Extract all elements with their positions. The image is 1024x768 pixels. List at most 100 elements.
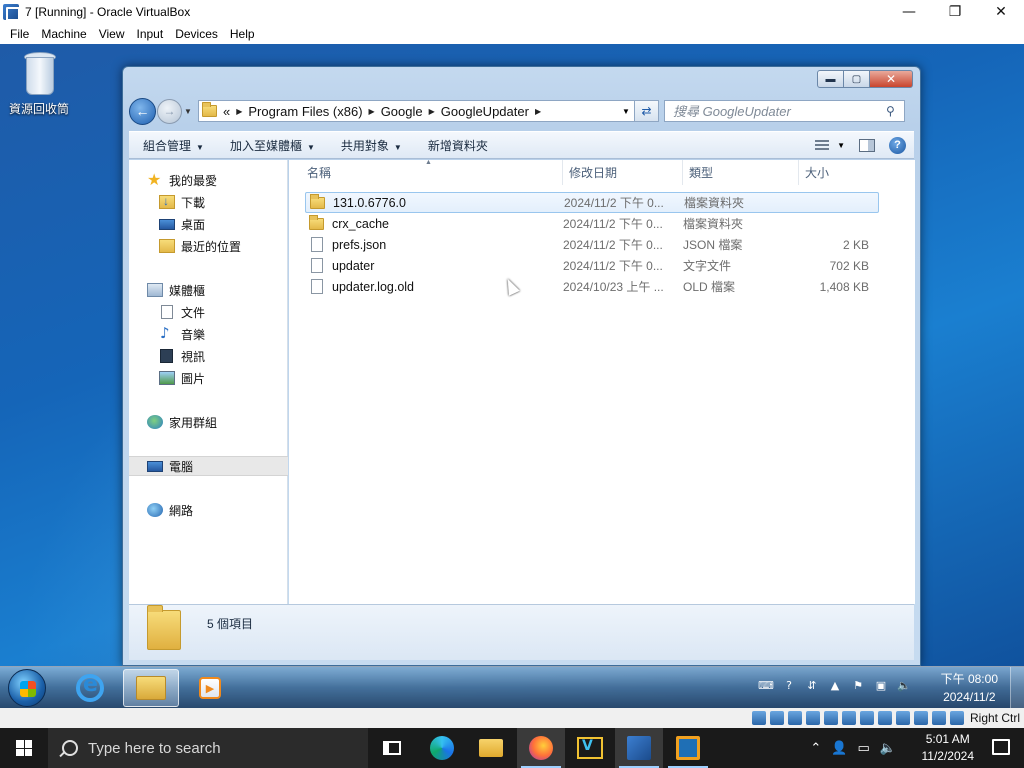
menu-help[interactable]: Help	[224, 27, 261, 41]
taskbar-virtualbox[interactable]	[664, 728, 712, 768]
search-input[interactable]	[673, 103, 886, 119]
new-folder-button[interactable]: 新增資料夾	[428, 137, 488, 154]
column-header-name[interactable]: ▲ 名稱	[289, 159, 563, 185]
start-button[interactable]	[0, 728, 48, 768]
volume-icon[interactable]: 🔈	[880, 741, 896, 756]
refresh-button[interactable]: ⇄	[635, 100, 659, 122]
network-icon[interactable]: ▭	[858, 741, 870, 756]
file-row[interactable]: 131.0.6776.0 2024/11/2 下午 0... 檔案資料夾	[305, 192, 879, 213]
help-icon[interactable]: ?	[889, 136, 906, 154]
breadcrumb-googleupdater[interactable]: GoogleUpdater	[441, 104, 529, 119]
network-icon[interactable]: ▣	[873, 677, 889, 693]
sidebar-item-music[interactable]: 音樂	[129, 324, 288, 344]
vbox-minimize-button[interactable]: —	[886, 0, 932, 23]
taskbar-search-input[interactable]	[88, 739, 348, 757]
sidebar-item-desktop[interactable]: 桌面	[129, 214, 288, 234]
breadcrumb-google[interactable]: Google	[381, 104, 423, 119]
optical-drive-icon[interactable]	[769, 711, 784, 725]
breadcrumb-program-files[interactable]: Program Files (x86)	[248, 104, 362, 119]
breadcrumb-separator-icon[interactable]: ▶	[236, 107, 242, 116]
search-box[interactable]: ⚲	[664, 100, 905, 122]
back-button[interactable]: ←	[129, 97, 156, 125]
taskbar-vm-window[interactable]	[615, 728, 663, 768]
guest-clock[interactable]: 下午 08:00 2024/11/2	[941, 670, 998, 706]
task-view-button[interactable]	[368, 728, 416, 768]
preview-pane-icon[interactable]	[859, 138, 875, 152]
show-desktop-button[interactable]	[1010, 667, 1024, 708]
include-in-library-button[interactable]: 加入至媒體櫃 ▼	[230, 137, 315, 154]
taskbar-firefox[interactable]	[517, 728, 565, 768]
virtualization-icon[interactable]	[895, 711, 910, 725]
hard-disk-icon[interactable]	[751, 711, 766, 725]
usb-icon[interactable]	[823, 711, 838, 725]
column-header-size[interactable]: 大小	[799, 160, 879, 185]
column-header-type[interactable]: 類型	[683, 160, 799, 185]
taskbar-media-player[interactable]: ▶	[182, 669, 238, 707]
taskbar-file-explorer[interactable]	[467, 728, 515, 768]
sidebar-item-videos[interactable]: 視訊	[129, 346, 288, 366]
menu-devices[interactable]: Devices	[169, 27, 224, 41]
keyboard-capture-icon[interactable]	[931, 711, 946, 725]
share-with-button[interactable]: 共用對象 ▼	[341, 137, 402, 154]
organize-button[interactable]: 組合管理 ▼	[143, 137, 204, 154]
user-icon[interactable]: 👤	[831, 741, 847, 756]
host-clock[interactable]: 5:01 AM 11/2/2024	[922, 731, 975, 765]
menu-input[interactable]: Input	[131, 27, 170, 41]
help-icon[interactable]: ?	[781, 677, 797, 693]
sidebar-item-computer[interactable]: 電腦	[129, 456, 288, 476]
change-view-button[interactable]: ▼	[815, 140, 845, 150]
refresh-icon: ⇄	[641, 104, 652, 118]
sidebar-item-network[interactable]: 網路	[129, 500, 288, 520]
language-icon[interactable]: ⇵	[804, 677, 820, 693]
file-row[interactable]: updater 2024/11/2 下午 0... 文字文件 702 KB	[305, 255, 879, 276]
menu-view[interactable]: View	[93, 27, 131, 41]
sidebar-item-pictures[interactable]: 圖片	[129, 368, 288, 388]
address-bar[interactable]: « ▶ Program Files (x86) ▶ Google ▶ Googl…	[198, 100, 635, 122]
column-header-date-modified[interactable]: 修改日期	[563, 160, 683, 185]
desktop-icon-recycle-bin[interactable]: 資源回收筒	[4, 50, 74, 117]
recent-pages-dropdown[interactable]: ▼	[182, 107, 194, 116]
menu-file[interactable]: File	[4, 27, 35, 41]
file-row[interactable]: prefs.json 2024/11/2 下午 0... JSON 檔案 2 K…	[305, 234, 879, 255]
file-date: 2024/11/2 下午 0...	[563, 259, 663, 273]
volume-icon[interactable]: 🔈	[896, 677, 912, 693]
taskbar-edge[interactable]	[418, 728, 466, 768]
network-adapter-icon[interactable]	[805, 711, 820, 725]
menu-machine[interactable]: Machine	[35, 27, 92, 41]
forward-button[interactable]: →	[157, 98, 182, 124]
sidebar-item-documents[interactable]: 文件	[129, 302, 288, 322]
taskbar-windows-explorer[interactable]	[123, 669, 179, 707]
breadcrumb-overflow[interactable]: «	[223, 104, 230, 119]
sidebar-item-libraries[interactable]: 媒體櫃	[129, 280, 288, 300]
action-center-flag-icon[interactable]: ⚑	[850, 677, 866, 693]
explorer-maximize-button[interactable]: ▢	[844, 70, 870, 88]
vbox-close-button[interactable]: ✕	[978, 0, 1024, 23]
vbox-maximize-button[interactable]: ❐	[932, 0, 978, 23]
show-hidden-icons-icon[interactable]: ⌃	[810, 741, 821, 756]
show-hidden-icons-icon[interactable]: ▲	[827, 677, 843, 693]
start-orb-icon[interactable]	[8, 669, 46, 707]
audio-icon[interactable]	[787, 711, 802, 725]
mouse-integration-icon[interactable]	[913, 711, 928, 725]
explorer-close-button[interactable]: ✕	[870, 70, 913, 88]
sidebar-item-downloads[interactable]: 下載	[129, 192, 288, 212]
file-row[interactable]: updater.log.old 2024/10/23 上午 ... OLD 檔案…	[305, 276, 879, 297]
breadcrumb-separator-icon[interactable]: ▶	[369, 107, 375, 116]
explorer-minimize-button[interactable]: ▬	[817, 70, 844, 88]
video-capture-icon[interactable]	[877, 711, 892, 725]
file-row[interactable]: crx_cache 2024/11/2 下午 0... 檔案資料夾	[305, 213, 879, 234]
sidebar-item-homegroup[interactable]: 家用群組	[129, 412, 288, 432]
taskbar-search-box[interactable]	[48, 728, 368, 768]
breadcrumb-separator-icon[interactable]: ▶	[429, 107, 435, 116]
taskbar-internet-explorer[interactable]	[62, 669, 118, 707]
notifications-icon[interactable]	[992, 739, 1010, 755]
address-history-dropdown[interactable]: ▼	[618, 107, 634, 116]
taskbar-visual-studio[interactable]	[566, 728, 614, 768]
shared-folders-icon[interactable]	[841, 711, 856, 725]
sidebar-item-recent-places[interactable]: 最近的位置	[129, 236, 288, 256]
breadcrumb-separator-icon[interactable]: ▶	[535, 107, 541, 116]
keyboard-icon[interactable]: ⌨	[758, 677, 774, 693]
display-icon[interactable]	[859, 711, 874, 725]
sidebar-item-favorites[interactable]: 我的最愛	[129, 170, 288, 190]
search-icon[interactable]: ⚲	[886, 104, 904, 118]
